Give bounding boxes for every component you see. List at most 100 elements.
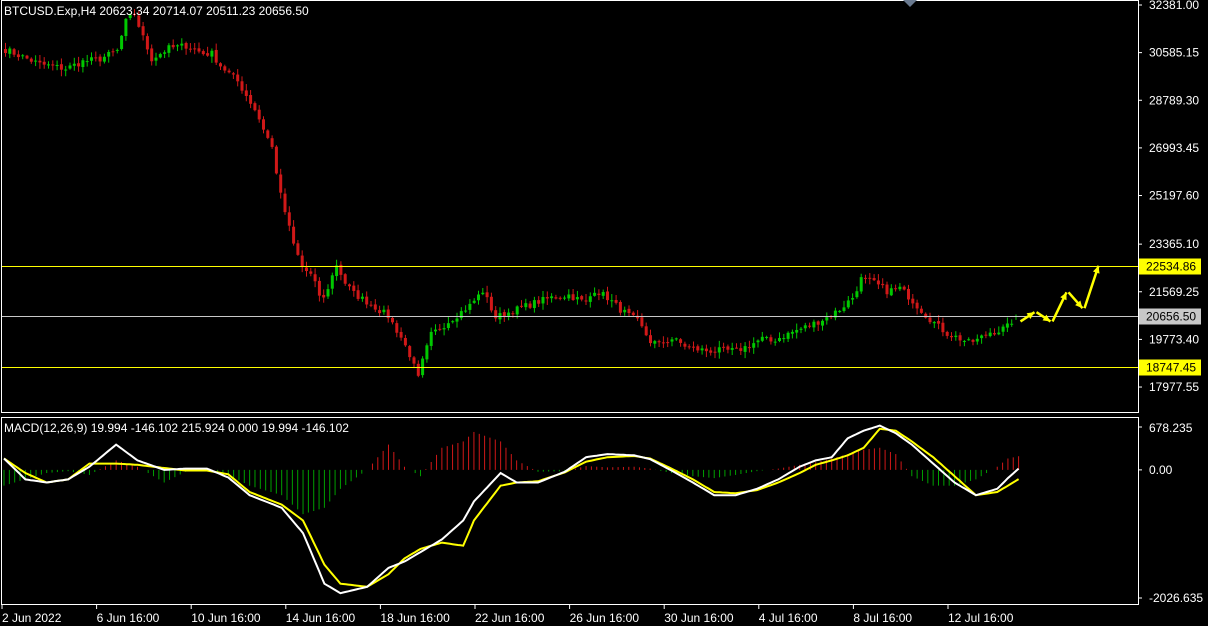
- candle-body: [326, 289, 330, 297]
- candle: [610, 294, 614, 308]
- candle-body: [25, 55, 29, 59]
- time-axis-label: 30 Jun 16:00: [664, 611, 734, 625]
- candle: [330, 272, 334, 295]
- candle-body: [649, 335, 652, 344]
- candle: [378, 305, 382, 318]
- candle-body: [1001, 326, 1005, 332]
- candle-body: [816, 321, 820, 325]
- candle: [537, 296, 541, 308]
- candle-body: [77, 63, 81, 67]
- candle: [958, 332, 962, 347]
- candle-body: [214, 49, 218, 63]
- candle-body: [545, 297, 549, 299]
- candle: [446, 316, 450, 331]
- candle: [421, 356, 425, 378]
- candle-body: [778, 337, 781, 342]
- candle-body: [932, 322, 936, 324]
- candle: [219, 62, 222, 70]
- candle: [623, 306, 627, 316]
- candle-body: [851, 298, 855, 300]
- price-panel-frame: [1, 0, 1139, 413]
- candle: [171, 39, 175, 50]
- candle-body: [317, 280, 321, 296]
- candle-body: [382, 309, 386, 313]
- candle: [713, 346, 717, 359]
- candle: [145, 33, 149, 55]
- macd-axis-label: 0.00: [1149, 463, 1173, 477]
- candle-body: [188, 48, 192, 50]
- candle: [257, 105, 261, 123]
- candle: [975, 334, 979, 345]
- candle-body: [305, 267, 308, 272]
- candle-body: [894, 288, 898, 290]
- candle-body: [975, 338, 979, 342]
- candle-body: [846, 300, 850, 308]
- candle: [520, 300, 523, 309]
- candle-body: [451, 321, 455, 323]
- candle: [984, 331, 988, 339]
- candle: [915, 299, 919, 315]
- candle: [563, 295, 566, 301]
- candle-body: [55, 64, 59, 66]
- candle: [851, 293, 855, 305]
- candle: [442, 323, 446, 336]
- candle-body: [184, 43, 188, 49]
- candle: [360, 293, 364, 302]
- time-axis-label: 4 Jul 16:00: [759, 611, 818, 625]
- candle: [382, 305, 386, 315]
- time-axis-label: 26 Jun 16:00: [570, 611, 640, 625]
- candle-body: [223, 66, 227, 71]
- candle-body: [81, 60, 85, 68]
- candle-body: [236, 74, 240, 82]
- candle-body: [201, 51, 205, 55]
- candle: [25, 54, 29, 60]
- candle-body: [507, 312, 511, 316]
- candle-body: [227, 70, 231, 73]
- time-axis-label: 12 Jul 16:00: [948, 611, 1014, 625]
- candle-body: [623, 309, 627, 313]
- candle: [472, 298, 476, 304]
- candle: [889, 284, 893, 297]
- candle: [64, 65, 68, 77]
- candle-body: [240, 81, 244, 91]
- candle: [326, 284, 330, 299]
- candle-body: [700, 348, 704, 351]
- candle: [51, 60, 55, 71]
- candle-body: [72, 63, 76, 66]
- candle-body: [864, 277, 867, 279]
- candle-body: [937, 321, 941, 324]
- candle-body: [1005, 323, 1009, 328]
- candle: [717, 340, 721, 359]
- candle-body: [124, 18, 128, 37]
- candle: [214, 43, 218, 66]
- candle-body: [962, 340, 966, 342]
- candle: [881, 278, 885, 289]
- candle-body: [399, 331, 403, 338]
- candle-body: [219, 63, 222, 67]
- candle-body: [726, 346, 730, 350]
- chart-shift-marker-icon[interactable]: [903, 0, 917, 7]
- candle-body: [924, 313, 928, 318]
- forecast-arrow: [1067, 291, 1084, 310]
- candle-body: [756, 340, 760, 343]
- candle-body: [769, 337, 773, 342]
- candle-body: [489, 296, 493, 311]
- candle: [567, 289, 571, 301]
- candle: [575, 290, 579, 305]
- candle: [42, 57, 46, 69]
- candle: [120, 34, 124, 51]
- candle: [399, 327, 403, 341]
- candle: [606, 286, 609, 305]
- candle: [438, 324, 442, 332]
- candle: [593, 287, 597, 297]
- candle-body: [47, 64, 50, 66]
- candle: [967, 337, 971, 341]
- candle: [782, 333, 786, 343]
- candle: [356, 284, 360, 301]
- candle-body: [197, 48, 201, 52]
- candle-body: [85, 61, 89, 63]
- candle-body: [855, 291, 859, 298]
- candle-body: [803, 325, 807, 329]
- candle-body: [958, 335, 962, 341]
- candle: [4, 42, 7, 57]
